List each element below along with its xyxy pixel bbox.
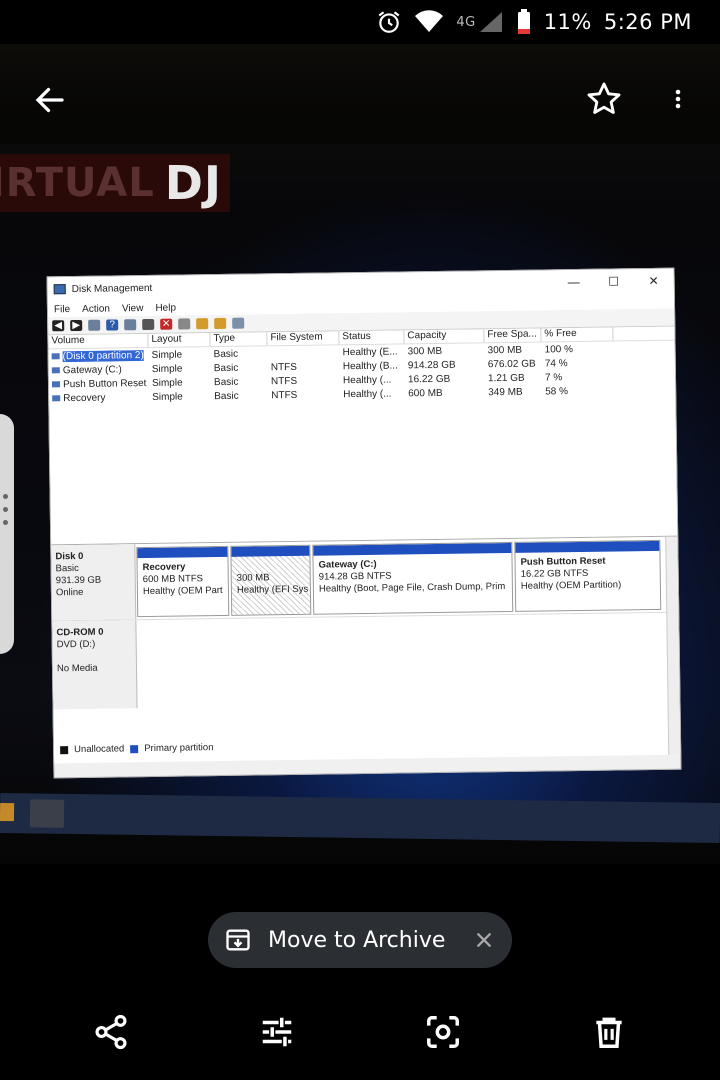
disk-icon	[232, 317, 245, 329]
left-panel-dots	[3, 494, 9, 533]
partition-push-button-reset: Push Button Reset 16.22 GB NTFS Healthy …	[514, 539, 662, 612]
taskbar-disk-icon	[29, 799, 65, 828]
network-type: 4G	[456, 14, 476, 30]
volume-icon	[51, 353, 60, 360]
edit-sliders-icon[interactable]	[258, 1012, 296, 1052]
move-to-archive-label: Move to Archive	[268, 927, 446, 953]
alarm-icon	[378, 11, 400, 33]
menu-file: File	[53, 303, 71, 315]
archive-icon	[226, 929, 250, 951]
window-title: Disk Management	[71, 282, 153, 295]
menu-view: View	[121, 302, 144, 314]
partition-gateway: Gateway (C:) 914.28 GB NTFS Healthy (Boo…	[312, 541, 514, 615]
taskbar-folder-icon	[0, 802, 15, 822]
back-arrow-icon: ◀	[52, 320, 65, 332]
unallocated-swatch	[60, 745, 69, 754]
check-icon	[178, 318, 191, 330]
properties-icon	[124, 319, 137, 331]
partition-efi: 300 MB Healthy (EFI Sys	[230, 544, 312, 616]
disk0-row: Disk 0 Basic 931.39 GB Online Recovery 6…	[51, 536, 679, 622]
move-to-archive-chip[interactable]: Move to Archive	[208, 912, 512, 968]
volume-icon	[52, 395, 61, 402]
status-bar: 4G 11% 5:26 PM	[0, 0, 720, 44]
disk-graphical-view: Disk 0 Basic 931.39 GB Online Recovery 6…	[51, 536, 681, 764]
vertical-scrollbar	[665, 536, 681, 755]
wifi-icon	[415, 10, 444, 32]
list-view-icon	[88, 319, 101, 331]
star-outline-icon[interactable]	[585, 79, 623, 119]
bottom-toolbar	[0, 990, 720, 1080]
clock: 5:26 PM	[603, 10, 692, 34]
share-icon[interactable]	[92, 1012, 130, 1052]
cdrom-row: CD-ROM 0 DVD (D:) No Media	[52, 613, 679, 710]
more-vertical-icon[interactable]	[666, 79, 690, 119]
left-panel-edge	[0, 414, 14, 654]
minimize-icon: —	[567, 274, 580, 290]
trash-icon[interactable]	[590, 1012, 628, 1052]
cdrom-label: CD-ROM 0 DVD (D:) No Media	[52, 620, 138, 710]
forward-arrow-icon: ▶	[70, 319, 83, 332]
photo-viewer[interactable]: IRTUAL DJ Disk Management — ☐ ✕ File Act…	[0, 44, 720, 864]
menu-action: Action	[82, 303, 110, 315]
volume-table: Volume Layout Type File System Status Ca…	[48, 326, 678, 546]
lens-icon[interactable]	[424, 1012, 462, 1052]
battery-icon	[517, 9, 530, 34]
volume-icon	[51, 381, 61, 388]
arrow-left-icon[interactable]	[32, 80, 68, 120]
disk0-label: Disk 0 Basic 931.39 GB Online	[51, 544, 137, 621]
app-bar	[0, 70, 720, 130]
delete-icon: ✕	[160, 318, 173, 330]
partition-recovery: Recovery 600 MB NTFS Healthy (OEM Part	[136, 545, 230, 618]
disk-management-icon	[53, 284, 66, 295]
menu-help: Help	[155, 302, 177, 314]
partition-legend: Unallocated Primary partition	[60, 742, 214, 755]
primary-swatch	[130, 744, 139, 753]
connect-icon	[142, 318, 155, 331]
close-icon[interactable]	[473, 929, 495, 951]
close-window-icon: ✕	[648, 273, 659, 289]
folder-icon	[196, 318, 209, 330]
search-folder-icon	[214, 317, 227, 330]
disk-management-window: Disk Management — ☐ ✕ File Action View H…	[46, 267, 682, 779]
background-logo: IRTUAL DJ	[0, 154, 230, 212]
help-icon: ?	[106, 319, 119, 331]
maximize-icon: ☐	[608, 274, 620, 289]
volume-icon	[51, 367, 60, 374]
battery-percent: 11%	[543, 10, 592, 34]
signal-icon	[479, 12, 502, 32]
